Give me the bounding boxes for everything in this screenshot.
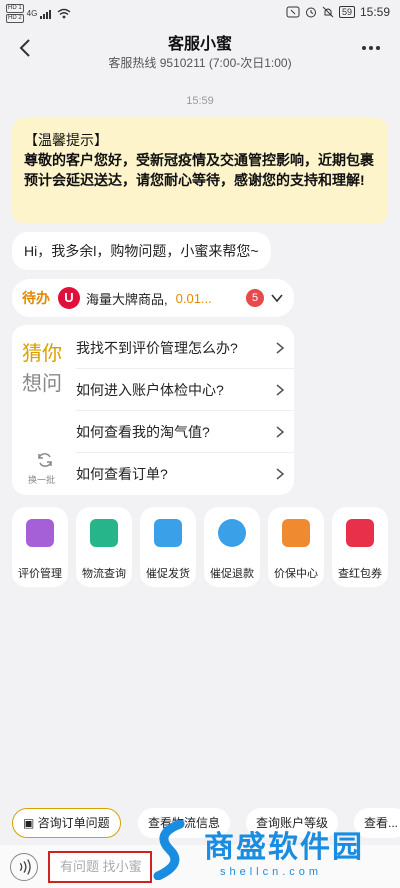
shortcut-price-protect[interactable]: 价保中心 (268, 507, 324, 587)
todo-count-badge: 5 (246, 289, 264, 307)
nfc-icon (286, 6, 300, 18)
refresh-icon[interactable] (36, 451, 54, 469)
brand-logo-icon: U (58, 287, 80, 309)
chip-label: 咨询订单问题 (37, 816, 110, 830)
review-icon (26, 519, 54, 547)
chip-order-question[interactable]: ▣ 咨询订单问题 (12, 808, 121, 838)
alarm-icon (305, 7, 316, 18)
sim1-label: HD 1 (6, 4, 24, 13)
shortcut-label: 催促发货 (146, 568, 190, 580)
notice-body: 尊敬的客户您好，受新冠疫情及交通管控影响，近期包裹预计会延迟送达，请您耐心等待，… (24, 152, 374, 188)
suggested-side: 猜你 想问 换一批 (12, 325, 76, 495)
todo-bar[interactable]: 待办 U 海量大牌商品, 0.01... 5 (12, 279, 294, 317)
clock: 15:59 (359, 5, 390, 19)
suggested-question[interactable]: 如何进入账户体检中心? (76, 369, 294, 411)
guess-title-bottom: 想问 (22, 373, 62, 395)
price-protect-icon (282, 519, 310, 547)
watermark-url: shellcn.com (220, 866, 323, 878)
chat-header: 客服小蜜 客服热线 9510211 (7:00-次日1:00) (0, 26, 400, 76)
mute-icon (322, 6, 334, 18)
wifi-icon (57, 8, 71, 19)
chevron-down-icon[interactable] (270, 291, 284, 305)
ship-icon (154, 519, 182, 547)
red-envelope-icon (346, 519, 374, 547)
more-options-icon[interactable] (362, 40, 386, 56)
watermark-text: 商盛软件园 (204, 830, 364, 865)
question-text: 如何查看我的淘气值? (76, 423, 210, 440)
shortcut-review[interactable]: 评价管理 (12, 507, 68, 587)
chevron-right-icon (276, 384, 285, 396)
todo-amount: 0.01... (175, 290, 212, 306)
message-input[interactable]: 有问题 找小蜜 (48, 851, 152, 883)
network-type: 4G (26, 9, 38, 18)
shortcut-label: 价保中心 (274, 568, 318, 580)
notice-bubble: 【温馨提示】 尊敬的客户您好，受新冠疫情及交通管控影响，近期包裹预计会延迟送达，… (12, 118, 388, 224)
status-bar: HD 1 HD 2 4G 59 15:59 (0, 0, 400, 26)
shortcut-row: 评价管理 物流查询 催促发货 催促退款 价保中心 查红包券 (12, 507, 400, 587)
shortcut-urge-ship[interactable]: 催促发货 (140, 507, 196, 587)
chevron-right-icon (276, 426, 285, 438)
question-text: 如何查看订单? (76, 466, 168, 482)
shortcut-logistics[interactable]: 物流查询 (76, 507, 132, 587)
shortcut-urge-refund[interactable]: 催促退款 (204, 507, 260, 587)
shortcut-label: 物流查询 (82, 568, 126, 580)
signal-icon (40, 9, 54, 19)
sim2-label: HD 2 (6, 14, 24, 23)
message-timestamp: 15:59 (186, 95, 214, 107)
chevron-right-icon (276, 342, 285, 354)
guess-title-top: 猜你 (22, 343, 62, 365)
todo-label: 待办 (22, 290, 50, 306)
sim-indicator: HD 1 HD 2 (6, 4, 24, 23)
shortcut-label: 评价管理 (18, 568, 62, 580)
notice-title: 【温馨提示】 (24, 132, 108, 148)
todo-item-text: 海量大牌商品, (86, 291, 168, 307)
site-watermark: 商盛软件园 shellcn.com (150, 818, 400, 888)
voice-input-icon[interactable] (10, 853, 38, 881)
shortcut-label: 催促退款 (210, 568, 254, 580)
greeting-bubble: Hi，我多余l，购物问题，小蜜来帮您~ (12, 232, 271, 270)
shortcut-red-envelope[interactable]: 查红包券 (332, 507, 388, 587)
refund-icon (218, 519, 246, 547)
battery-icon: 59 (338, 6, 355, 18)
page-title: 客服小蜜 (167, 36, 232, 53)
suggested-question[interactable]: 如何查看我的淘气值? (76, 411, 294, 453)
chevron-right-icon (276, 468, 285, 480)
question-text: 我找不到评价管理怎么办? (76, 339, 238, 356)
truck-icon (90, 519, 118, 547)
suggested-questions-card: 猜你 想问 换一批 我找不到评价管理怎么办? 如何进入账户体检中心? 如何查看我… (12, 325, 294, 495)
watermark-logo-icon (153, 820, 185, 880)
hotline-text: 客服热线 9510211 (7:00-次日1:00) (108, 56, 292, 70)
question-text: 如何进入账户体检中心? (76, 381, 224, 398)
suggested-question[interactable]: 我找不到评价管理怎么办? (76, 327, 294, 369)
suggested-question[interactable]: 如何查看订单? (76, 453, 294, 495)
receipt-icon: ▣ (23, 816, 38, 830)
refresh-label[interactable]: 换一批 (28, 473, 55, 486)
shortcut-label: 查红包券 (338, 568, 382, 580)
